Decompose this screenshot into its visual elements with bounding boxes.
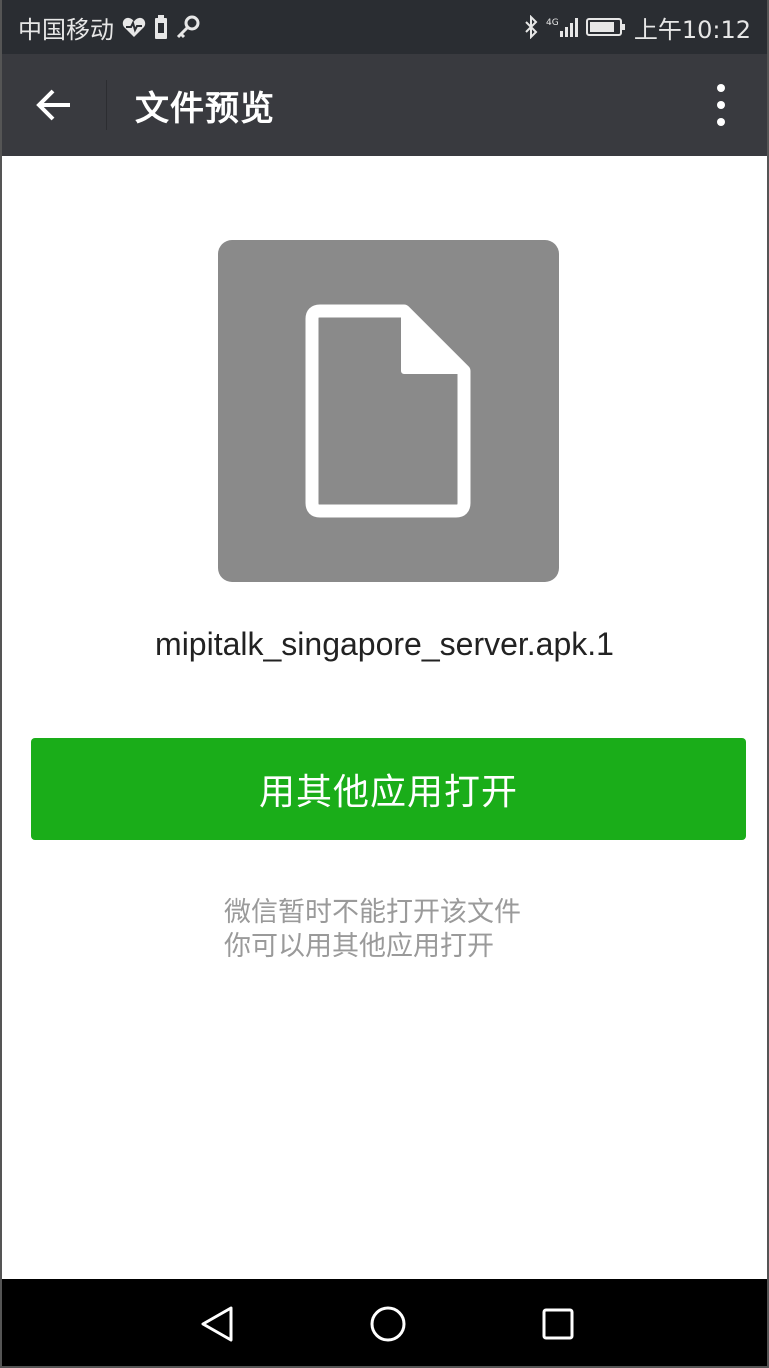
carrier-label: 中国移动 [18, 15, 114, 44]
bluetooth-icon [524, 15, 538, 39]
status-right: 4G 上午10:12 [524, 10, 751, 45]
nav-home-button[interactable] [338, 1279, 438, 1366]
more-button[interactable] [699, 54, 743, 156]
heart-icon [122, 16, 146, 38]
battery-icon [585, 16, 626, 38]
triangle-back-icon [199, 1304, 235, 1344]
nav-back-button[interactable] [167, 1279, 267, 1366]
square-recents-icon [541, 1307, 575, 1341]
system-nav-bar [2, 1279, 767, 1366]
app-bar-divider [106, 80, 107, 130]
file-name: mipitalk_singapore_server.apk.1 [155, 626, 614, 662]
page-title: 文件预览 [135, 88, 275, 129]
more-vertical-icon [716, 83, 726, 127]
signal-icon: 4G [546, 15, 578, 39]
hint-line-1: 微信暂时不能打开该文件 [224, 897, 521, 928]
arrow-left-icon [34, 87, 74, 123]
status-left: 中国移动 [18, 10, 200, 45]
app-bar: 文件预览 [2, 54, 767, 156]
screen: 中国移动 4G 上午10:12 文件预览 mipitalk_singapore_… [0, 0, 769, 1368]
back-button[interactable] [2, 54, 106, 156]
hint-line-2: 你可以用其他应用打开 [224, 931, 494, 962]
open-with-other-app-button[interactable]: 用其他应用打开 [31, 738, 746, 840]
battery-saver-icon [154, 15, 168, 39]
circle-home-icon [369, 1305, 407, 1343]
key-icon [176, 15, 200, 39]
clock: 上午10:12 [633, 15, 751, 44]
unsupported-file-hint: 微信暂时不能打开该文件 你可以用其他应用打开 [224, 896, 521, 964]
document-icon [304, 303, 474, 519]
file-preview-thumbnail [218, 240, 559, 582]
status-bar: 中国移动 4G 上午10:12 [2, 0, 767, 54]
network-type-label: 4G [546, 18, 559, 28]
nav-recents-button[interactable] [508, 1279, 608, 1366]
